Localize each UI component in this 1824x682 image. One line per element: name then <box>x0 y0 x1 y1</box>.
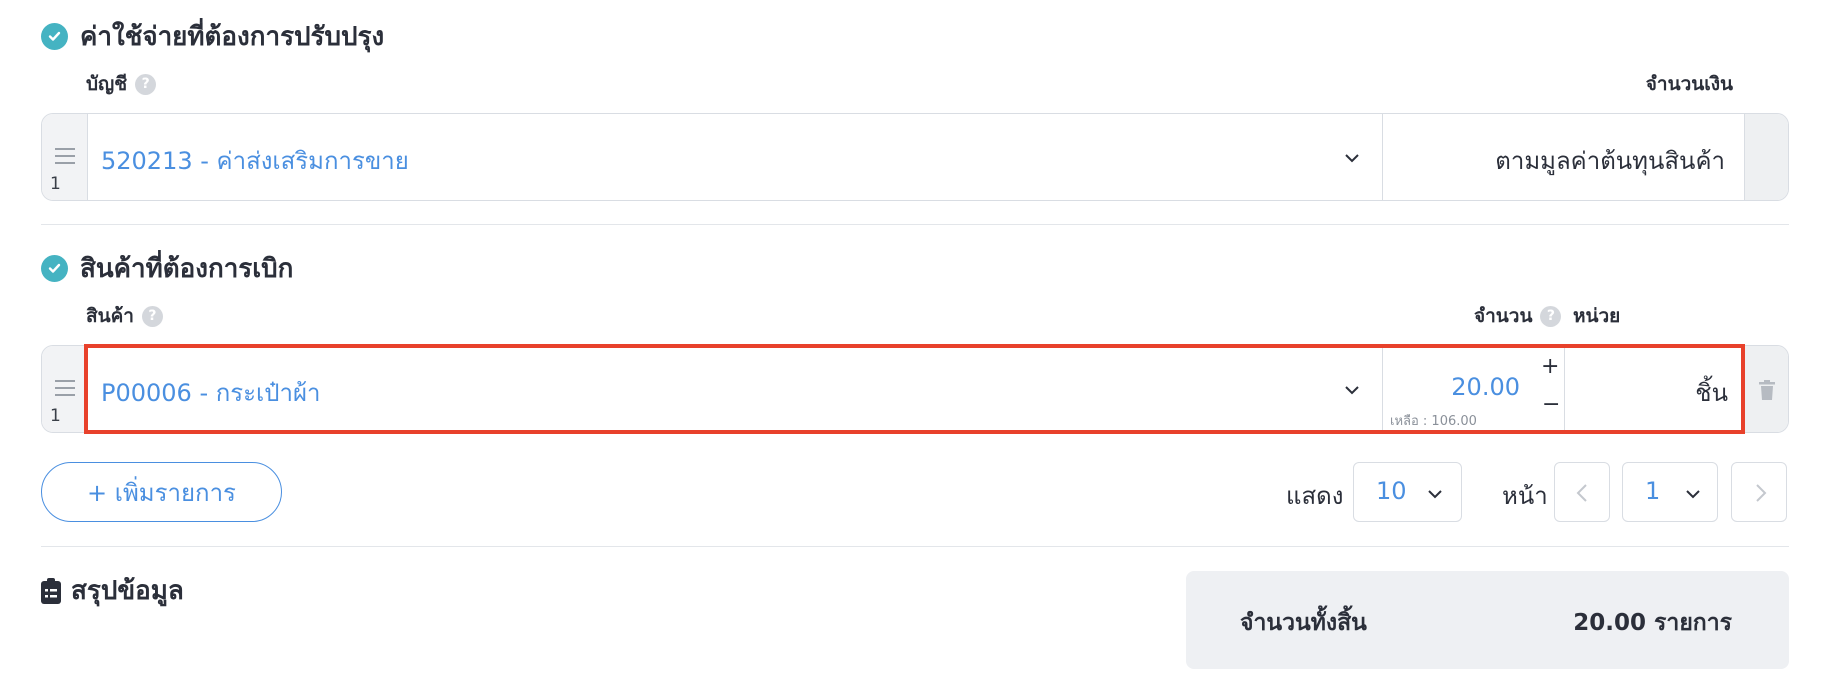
divider <box>41 546 1789 547</box>
total-value: 20.00 รายการ <box>1573 610 1732 636</box>
account-column-label: บัญชี ? <box>86 69 157 99</box>
drag-handle[interactable]: 1 <box>42 114 88 200</box>
product-column-label: สินค้า ? <box>86 301 163 331</box>
prev-page-button[interactable] <box>1554 462 1610 522</box>
help-icon[interactable]: ? <box>135 73 157 95</box>
chevron-down-icon <box>1686 490 1700 499</box>
show-label: แสดง <box>1286 482 1344 510</box>
account-select[interactable]: 520213 - ค่าส่งเสริมการขาย <box>101 141 409 180</box>
add-item-button[interactable]: + เพิ่มรายการ <box>41 462 282 522</box>
summary-title: สรุปข้อมูล <box>41 570 184 611</box>
product-row: 1 P00006 - กระเป๋าผ้า 20.00 เหลือ : 106.… <box>41 345 1789 433</box>
divider <box>41 224 1789 225</box>
unit-value: ชิ้น <box>1695 379 1728 407</box>
check-circle-icon <box>41 255 68 282</box>
qty-column-label: จำนวน ? <box>1474 301 1562 331</box>
drag-icon <box>55 380 75 401</box>
help-icon[interactable]: ? <box>1540 305 1562 327</box>
amount-value: ตามมูลค่าต้นทุนสินค้า <box>1495 147 1725 175</box>
summary-box: จำนวนทั้งสิ้น 20.00 รายการ <box>1186 571 1789 669</box>
clipboard-icon <box>41 577 61 604</box>
chevron-down-icon <box>1428 490 1442 499</box>
amount-column-label: จำนวนเงิน <box>1645 73 1733 95</box>
drag-icon <box>55 148 75 169</box>
page-select[interactable]: 1 <box>1622 462 1718 522</box>
decrement-button[interactable]: − <box>1542 392 1560 417</box>
row-number: 1 <box>50 174 61 194</box>
drag-handle[interactable]: 1 <box>42 346 88 432</box>
check-circle-icon <box>41 23 68 50</box>
page-size-select[interactable]: 10 <box>1353 462 1462 522</box>
expense-row: 1 520213 - ค่าส่งเสริมการขาย ตามมูลค่าต้… <box>41 113 1789 201</box>
remaining-stock: เหลือ : 106.00 <box>1390 414 1477 429</box>
expense-section-title: ค่าใช้จ่ายที่ต้องการปรับปรุง <box>41 16 384 57</box>
unit-column-label: หน่วย <box>1573 305 1621 327</box>
row-number: 1 <box>50 406 61 426</box>
chevron-right-icon <box>1756 484 1767 502</box>
total-label: จำนวนทั้งสิ้น <box>1240 610 1367 636</box>
product-section-title: สินค้าที่ต้องการเบิก <box>41 248 293 289</box>
next-page-button[interactable] <box>1731 462 1787 522</box>
qty-input[interactable]: 20.00 <box>1420 373 1520 401</box>
page-label: หน้า <box>1502 482 1548 510</box>
chevron-down-icon[interactable] <box>1344 150 1360 166</box>
product-select[interactable]: P00006 - กระเป๋าผ้า <box>101 373 321 412</box>
chevron-down-icon[interactable] <box>1344 382 1360 398</box>
increment-button[interactable]: + <box>1541 354 1559 379</box>
trash-icon[interactable] <box>1758 380 1776 400</box>
help-icon[interactable]: ? <box>141 305 163 327</box>
chevron-left-icon <box>1576 484 1587 502</box>
